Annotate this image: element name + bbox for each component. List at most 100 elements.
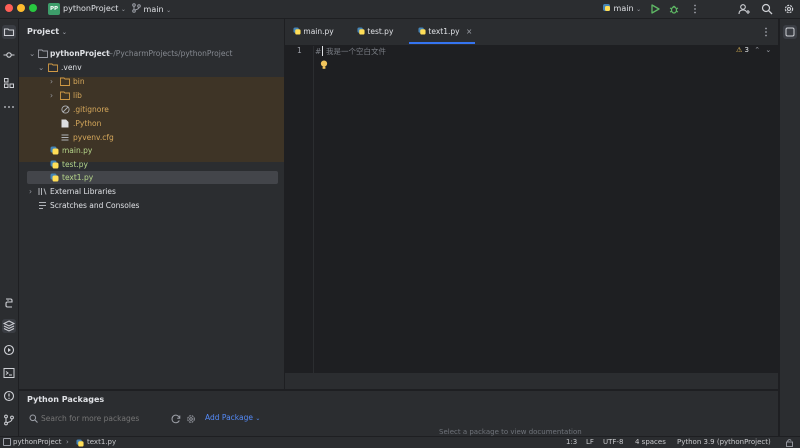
debug-icon[interactable] [669,4,679,14]
tree-row-text1-py[interactable]: text1.py [19,171,284,184]
code-editor[interactable]: 1 # 我是一个空白文件 ⚠ 3 ⌃ ⌄ [285,46,778,373]
tree-row-test-py[interactable]: test.py [19,158,284,171]
package-search-input[interactable] [41,412,161,424]
ignore-file-icon [61,105,70,114]
tree-row-root[interactable]: ⌄ pythonProject ~/PycharmProjects/python… [19,47,284,60]
file-name: .Python [73,119,102,128]
tree-row-scratches[interactable]: Scratches and Consoles [19,199,284,212]
more-vertical-icon[interactable] [690,4,700,14]
python-file-icon [50,146,59,155]
add-user-icon[interactable] [738,3,750,15]
warning-icon: ⚠ [736,46,743,54]
services-button[interactable] [2,343,16,357]
structure-icon [4,78,14,88]
tab-label: text1.py [428,27,460,36]
venv-name: .venv [61,63,82,72]
project-tool-button[interactable] [2,25,16,39]
tab-test-py[interactable]: test.py [357,19,393,45]
search-icon[interactable] [761,3,773,15]
python-packages-button[interactable] [2,319,16,333]
interpreter[interactable]: Python 3.9 (pythonProject) [677,437,771,448]
branch-name: main [143,5,164,14]
gutter: 1 [285,46,313,373]
status-project[interactable]: pythonProject [13,437,61,448]
git-branch-icon [4,414,14,426]
chevron-right-icon[interactable]: › [50,89,53,102]
chevron-right-icon[interactable]: › [50,75,53,88]
run-icon[interactable] [650,4,660,14]
library-icon [38,188,47,195]
excluded-folder-icon [60,91,70,100]
layers-icon [2,320,16,332]
gear-icon[interactable] [186,414,196,424]
code-line-1: # 我是一个空白文件 [315,47,387,56]
folder-name: lib [73,91,82,100]
chevron-down-icon[interactable]: ⌄ [38,61,44,74]
excluded-folder-icon [48,63,58,72]
chevron-down-icon[interactable]: ⌄ [29,47,35,60]
cursor-position[interactable]: 1:3 [566,437,577,448]
minimize-window-button[interactable] [17,4,25,12]
refresh-icon[interactable] [171,414,181,424]
tree-row-bin[interactable]: › bin [19,75,284,88]
inspection-widget[interactable]: ⚠ 3 ⌃ ⌄ [736,46,771,54]
commit-tool-button[interactable] [2,48,16,62]
chevron-down-icon: ⌄ [120,6,126,13]
project-root-path: ~/PycharmProjects/pythonProject [107,49,233,58]
lightbulb-icon[interactable] [320,60,328,70]
more-horizontal-icon [4,106,14,108]
run-config-selector[interactable]: main ⌄ [602,3,641,16]
tree-row-external-libraries[interactable]: › External Libraries [19,185,284,198]
chevron-down-icon: ⌄ [61,29,67,36]
chevron-up-icon[interactable]: ⌃ [754,46,760,54]
tree-row-venv[interactable]: ⌄ .venv [19,61,284,74]
close-window-button[interactable] [5,4,13,12]
run-config-name: main [613,4,634,13]
add-package-button[interactable]: Add Package ⌄ [205,413,260,422]
close-icon[interactable]: × [466,27,472,36]
project-panel-title: Project [27,27,60,36]
scratches-label: Scratches and Consoles [50,201,140,210]
warning-count: 3 [744,46,749,54]
file-name: pyvenv.cfg [73,133,114,142]
git-button[interactable] [2,413,16,427]
tree-row-gitignore[interactable]: .gitignore [19,103,284,116]
python-packages-panel: Python Packages Add Package ⌄ Select a p… [19,390,778,437]
problems-button[interactable] [2,389,16,403]
file-encoding[interactable]: UTF-8 [603,437,623,448]
python-file-icon [293,27,301,35]
maximize-window-button[interactable] [29,4,37,12]
active-tab-indicator [409,42,475,44]
chevron-down-icon[interactable]: ⌄ [765,46,771,54]
branch-switcher[interactable]: main ⌄ [132,3,171,17]
notifications-button[interactable] [783,25,797,39]
tree-row-pyvenv[interactable]: pyvenv.cfg [19,131,284,144]
line-ending[interactable]: LF [586,437,594,448]
structure-tool-button[interactable] [2,76,16,90]
more-tools-button[interactable] [2,100,16,114]
chevron-right-icon[interactable]: › [29,185,32,198]
folder-icon [38,49,48,58]
tree-row-python[interactable]: .Python [19,117,284,130]
indent-setting[interactable]: 4 spaces [635,437,666,448]
project-badge: PP [48,3,60,15]
status-file[interactable]: text1.py [87,437,116,448]
lock-icon[interactable] [785,438,794,447]
folder-icon [3,28,15,37]
project-panel-header[interactable]: Project ⌄ [27,27,67,36]
file-icon [61,119,69,128]
python-console-button[interactable] [2,296,16,310]
gear-icon[interactable] [783,3,795,15]
project-switcher[interactable]: pythonProject ⌄ [63,3,126,16]
left-tool-strip [0,19,19,436]
terminal-button[interactable] [2,366,16,380]
folder-name: bin [73,77,85,86]
chevron-right-icon: › [66,438,69,446]
tree-row-lib[interactable]: › lib [19,89,284,102]
tab-main-py[interactable]: main.py [293,19,334,45]
tab-label: test.py [367,27,394,36]
editor-tab-bar: main.py test.py text1.py × [285,19,778,46]
tree-row-main-py[interactable]: main.py [19,144,284,157]
more-vertical-icon[interactable] [761,27,771,37]
search-icon [29,414,38,423]
